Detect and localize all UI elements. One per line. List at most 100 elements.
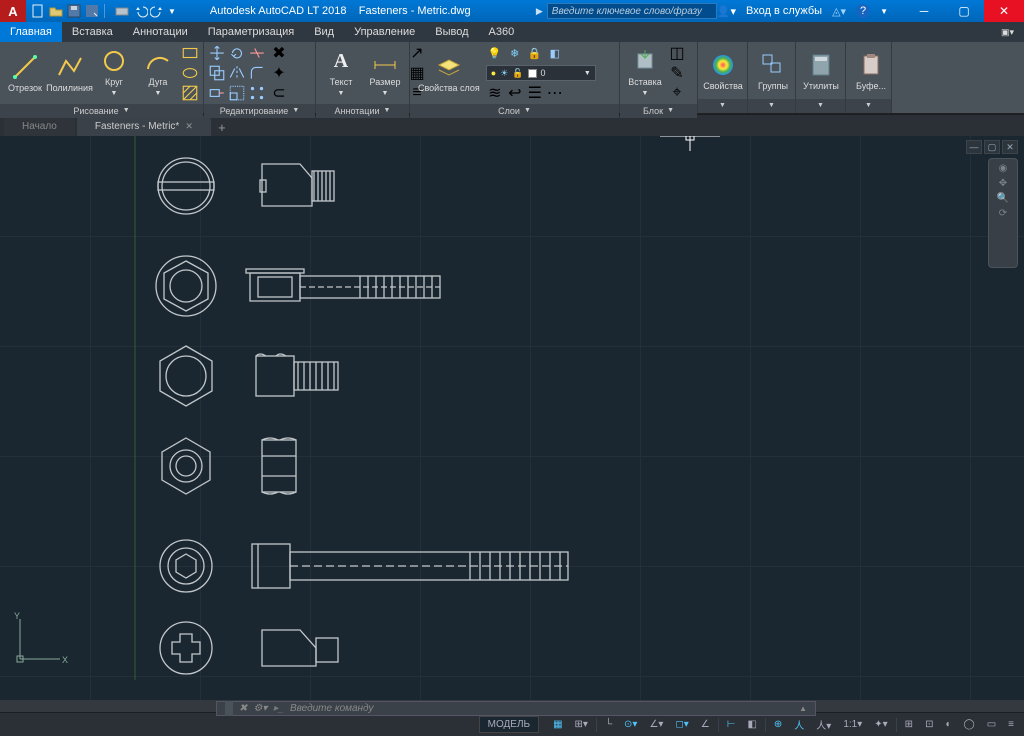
groups-button[interactable]: Группы bbox=[752, 49, 794, 93]
array-icon[interactable] bbox=[248, 84, 266, 102]
layer-freeze-icon[interactable]: ❄ bbox=[506, 44, 524, 62]
vp-min-icon[interactable]: — bbox=[966, 140, 982, 154]
ellipse-icon[interactable] bbox=[181, 64, 199, 82]
cmd-recent-icon[interactable]: ▲ bbox=[799, 704, 807, 713]
mirror-icon[interactable] bbox=[228, 64, 246, 82]
units-icon[interactable]: ⊡ bbox=[921, 716, 937, 734]
cmd-tool-icon[interactable]: ✖ bbox=[239, 703, 247, 714]
dimension-button[interactable]: Размер▼ bbox=[364, 45, 406, 101]
attr-icon[interactable]: ⌖ bbox=[668, 84, 686, 102]
help-icon[interactable]: ? bbox=[856, 4, 870, 18]
panel-layers-title[interactable]: Слои▼ bbox=[410, 104, 619, 118]
new-icon[interactable] bbox=[30, 3, 46, 19]
polar-toggle-icon[interactable]: ⊙▾ bbox=[620, 716, 641, 734]
text-button[interactable]: A Текст▼ bbox=[320, 45, 362, 101]
tab-current-file[interactable]: Fasteners - Metric*✕ bbox=[77, 117, 211, 136]
signin-link[interactable]: Вход в службы bbox=[746, 5, 822, 17]
panel-draw-title[interactable]: Рисование▼ bbox=[0, 104, 203, 118]
transparency-icon[interactable]: ◧ bbox=[743, 716, 760, 734]
saveas-icon[interactable] bbox=[84, 3, 100, 19]
ribbon-collapse-icon[interactable]: ▣▾ bbox=[991, 22, 1024, 42]
exchange-icon[interactable]: ◬▾ bbox=[832, 5, 846, 18]
trim-icon[interactable] bbox=[248, 44, 266, 62]
nav-wheel-icon[interactable]: ◉ bbox=[999, 163, 1008, 174]
panel-block-title[interactable]: Блок▼ bbox=[620, 104, 697, 118]
rotate-icon[interactable] bbox=[228, 44, 246, 62]
offset-icon[interactable]: ⊂ bbox=[270, 84, 288, 102]
hw-accel-icon[interactable]: ◐ bbox=[941, 716, 955, 734]
command-input[interactable]: ✖ ⚙▾ ▸_ Введите команду ▲ bbox=[216, 701, 816, 716]
utilities-button[interactable]: Утилиты bbox=[800, 49, 842, 93]
edit-block-icon[interactable]: ✎ bbox=[668, 64, 686, 82]
layer-lock-icon[interactable]: 🔒 bbox=[526, 44, 544, 62]
new-tab-button[interactable]: + bbox=[213, 118, 231, 136]
create-block-icon[interactable]: ◫ bbox=[668, 44, 686, 62]
tab-annotate[interactable]: Аннотации bbox=[123, 22, 198, 42]
tab-parametric[interactable]: Параметризация bbox=[198, 22, 304, 42]
cmd-customize-icon[interactable]: ⚙▾ bbox=[253, 703, 267, 714]
customize-status-icon[interactable]: ≡ bbox=[1004, 716, 1018, 734]
tab-insert[interactable]: Вставка bbox=[62, 22, 123, 42]
cmd-grip-icon[interactable] bbox=[225, 701, 233, 716]
rect-icon[interactable] bbox=[181, 44, 199, 62]
ws-switch-icon[interactable]: ✦▾ bbox=[870, 716, 891, 734]
minimize-button[interactable]: ─ bbox=[904, 0, 944, 22]
ortho-toggle-icon[interactable]: └ bbox=[601, 716, 616, 734]
otrack-toggle-icon[interactable]: ∠ bbox=[697, 716, 714, 734]
plot-icon[interactable] bbox=[114, 3, 130, 19]
osnap-toggle-icon[interactable]: ◻▾ bbox=[671, 716, 692, 734]
erase-icon[interactable]: ✖ bbox=[270, 44, 288, 62]
layer-state-icon[interactable]: ☰ bbox=[526, 84, 544, 102]
help-dropdown-icon[interactable]: ▼ bbox=[880, 7, 888, 16]
circle-button[interactable]: Круг▼ bbox=[93, 45, 135, 101]
app-logo[interactable]: A bbox=[0, 0, 26, 22]
nav-bar[interactable]: ◉ ✥ 🔍 ⟳ bbox=[988, 158, 1018, 268]
tab-start[interactable]: Начало bbox=[4, 117, 75, 136]
lwt-toggle-icon[interactable]: ⊢ bbox=[723, 716, 740, 734]
redo-icon[interactable] bbox=[150, 3, 166, 19]
polyline-button[interactable]: Полилиния bbox=[48, 51, 91, 95]
panel-props-title[interactable]: ▼ bbox=[698, 99, 747, 113]
line-button[interactable]: Отрезок bbox=[4, 51, 46, 95]
maximize-button[interactable]: ▢ bbox=[944, 0, 984, 22]
panel-groups-title[interactable]: ▼ bbox=[748, 99, 795, 113]
tab-manage[interactable]: Управление bbox=[344, 22, 425, 42]
arc-button[interactable]: Дуга▼ bbox=[137, 45, 179, 101]
tab-view[interactable]: Вид bbox=[304, 22, 344, 42]
clipboard-button[interactable]: Буфе... bbox=[850, 49, 892, 93]
qat-dropdown-icon[interactable]: ▼ bbox=[168, 7, 176, 16]
copy-icon[interactable] bbox=[208, 64, 226, 82]
anno-scale[interactable]: 1:1▾ bbox=[839, 716, 866, 734]
close-tab-icon[interactable]: ✕ bbox=[185, 121, 193, 132]
layer-match-icon[interactable]: ≋ bbox=[486, 84, 504, 102]
snap-toggle-icon[interactable]: ⊞▾ bbox=[571, 716, 592, 734]
insert-block-button[interactable]: Вставка▼ bbox=[624, 45, 666, 101]
layer-combo[interactable]: ●☀🔓 0 ▼ bbox=[486, 65, 596, 81]
nav-zoom-icon[interactable]: 🔍 bbox=[997, 193, 1009, 204]
undo-icon[interactable] bbox=[132, 3, 148, 19]
layer-props-button[interactable]: Свойства слоя bbox=[414, 51, 484, 95]
dyn-toggle-icon[interactable]: ⊕ bbox=[770, 716, 786, 734]
tab-a360[interactable]: A360 bbox=[479, 22, 525, 42]
iso-toggle-icon[interactable]: ∠▾ bbox=[645, 716, 667, 734]
tab-home[interactable]: Главная bbox=[0, 22, 62, 42]
hatch-icon[interactable] bbox=[181, 84, 199, 102]
explode-icon[interactable]: ✦ bbox=[270, 64, 288, 82]
layer-prev-icon[interactable]: ↩ bbox=[506, 84, 524, 102]
nav-orbit-icon[interactable]: ⟳ bbox=[999, 208, 1007, 219]
layer-iso-icon[interactable]: ◧ bbox=[546, 44, 564, 62]
qp-toggle-icon[interactable]: 人 bbox=[790, 716, 808, 734]
grid-toggle-icon[interactable]: ▦ bbox=[549, 716, 566, 734]
scale-icon[interactable] bbox=[228, 84, 246, 102]
stretch-icon[interactable] bbox=[208, 84, 226, 102]
panel-utils-title[interactable]: ▼ bbox=[796, 99, 845, 113]
isolate-icon[interactable]: ◯ bbox=[960, 716, 979, 734]
save-icon[interactable] bbox=[66, 3, 82, 19]
layer-more-icon[interactable]: ⋯ bbox=[546, 84, 564, 102]
drawing-area[interactable]: — ▢ ✕ ◉ ✥ 🔍 ⟳ YX bbox=[0, 136, 1024, 700]
status-model-toggle[interactable]: МОДЕЛЬ bbox=[479, 716, 539, 733]
panel-clip-title[interactable]: ▼ bbox=[846, 99, 891, 113]
anno-monitor-icon[interactable]: ⊞ bbox=[901, 716, 917, 734]
tab-output[interactable]: Вывод bbox=[425, 22, 478, 42]
sc-toggle-icon[interactable]: 人▾ bbox=[812, 716, 835, 734]
